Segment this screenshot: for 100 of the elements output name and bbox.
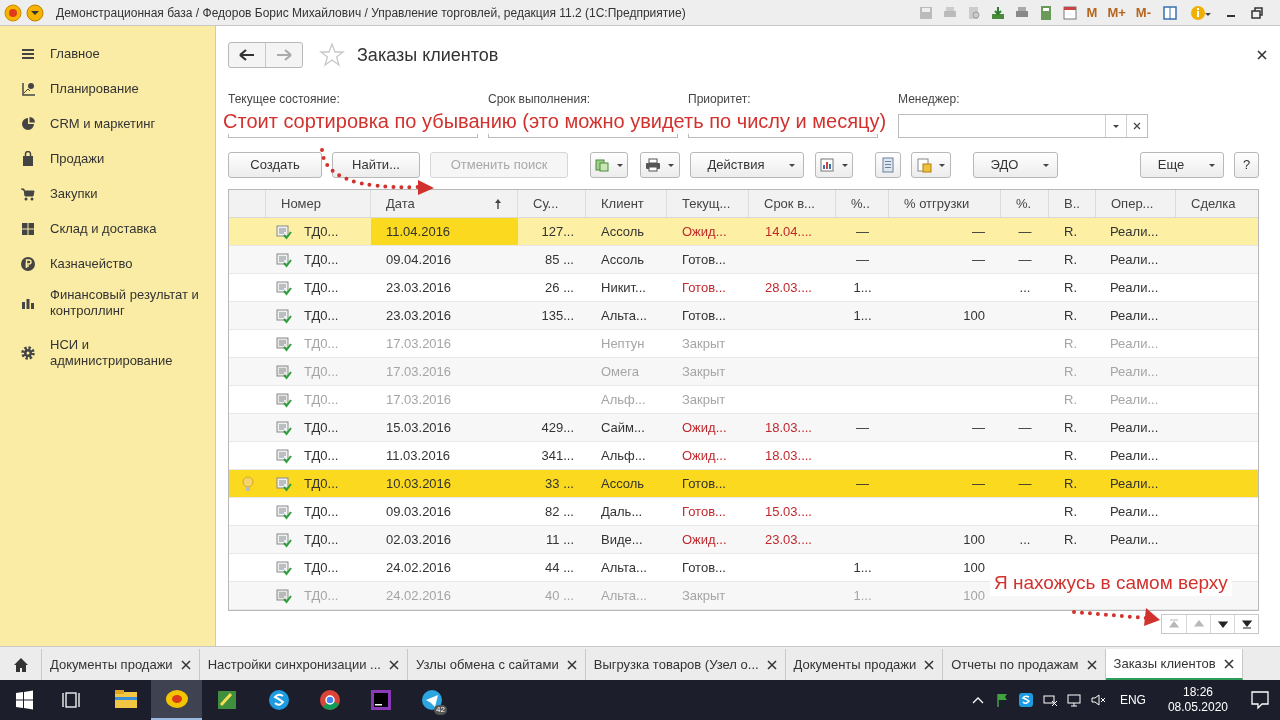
table-cell-text: 15.03.... — [765, 502, 812, 521]
table-cell-text: R. — [1064, 474, 1077, 493]
table-cell-text: Ассоль — [601, 222, 645, 241]
table-cell-text: 11 ... — [546, 530, 574, 549]
table-cell-text: ТД0... — [304, 558, 339, 577]
table-cell-text: — — [1018, 250, 1032, 269]
table-cell-text: — — [856, 418, 869, 437]
table-cell-text: Альф... — [601, 446, 646, 465]
table-cell-text: — — [972, 474, 985, 493]
table-cell-text: Закрыт — [682, 362, 726, 381]
table-cell-text: R. — [1064, 334, 1077, 353]
table-cell-text: Реали... — [1110, 306, 1159, 325]
filter-label: Приоритет: — [688, 92, 752, 107]
table-cell-text: 11.04.2016 — [386, 222, 451, 241]
table-cell-text: Сайм... — [601, 418, 645, 437]
table-cell-text: R. — [1064, 530, 1077, 549]
table-cell-text: 1... — [853, 306, 872, 325]
table-cell-text: ТД0... — [304, 306, 339, 325]
table-cell-text: R. — [1064, 446, 1077, 465]
table-cell-text: Ожид... — [682, 222, 727, 241]
table-cell-text: 1... — [853, 278, 872, 297]
table-cell-text: 24.02.2016 — [386, 586, 452, 605]
table-cell-text: 127... — [541, 222, 574, 241]
table-cell-text: Реали... — [1110, 390, 1159, 409]
table-cell-text: ТД0... — [304, 334, 339, 353]
table-cell-text: 33 ... — [545, 474, 574, 493]
table-cell-text: Альта... — [601, 586, 647, 605]
table-cell-text: ... — [1019, 530, 1031, 549]
table-cell-text: 02.03.2016 — [386, 530, 452, 549]
table-cell-text: 429... — [541, 418, 574, 437]
table-cell-text: ТД0... — [304, 474, 339, 493]
table-cell-text: — — [1018, 418, 1032, 437]
table-cell-text: R. — [1064, 418, 1077, 437]
table-cell-text: Закрыт — [682, 390, 726, 409]
table-cell-text: — — [1018, 222, 1032, 241]
table-cell-text: — — [972, 418, 985, 437]
table-cell-text: Реали... — [1110, 222, 1159, 241]
table-cell-text: Готов... — [682, 558, 726, 577]
table-cell-text: 82 ... — [545, 502, 574, 521]
table-cell-text: 17.03.2016 — [386, 362, 452, 381]
table-cell-text: 100 — [963, 586, 985, 605]
table-cell-text: Ассоль — [601, 474, 645, 493]
table-cell-text: Реали... — [1110, 502, 1159, 521]
table-cell-text: 18.03.... — [765, 418, 812, 437]
table-cell-text: 28.03.... — [765, 278, 812, 297]
table-cell-text: R. — [1064, 306, 1077, 325]
table-cell-text: ТД0... — [304, 278, 339, 297]
table-cell-text: R. — [1064, 250, 1077, 269]
table-cell-text: 11.03.2016 — [386, 446, 451, 465]
table-cell-text: Закрыт — [682, 334, 726, 353]
table-cell-text: 10.03.2016 — [386, 474, 452, 493]
table-cell-text: 24.02.2016 — [386, 558, 452, 577]
table-cell-text: — — [972, 222, 985, 241]
table-cell-text: ТД0... — [304, 530, 339, 549]
table-cell-text: — — [972, 250, 985, 269]
table-cell-text: Реали... — [1110, 474, 1159, 493]
filter-label: Текущее состояние: — [228, 92, 341, 107]
table-cell-text: Даль... — [601, 502, 643, 521]
table-cell-text: R. — [1064, 502, 1077, 521]
table-cell-text: 09.03.2016 — [386, 502, 452, 521]
table-cell-text: Готов... — [682, 278, 726, 297]
table-cell-text: 09.04.2016 — [386, 250, 452, 269]
table-cell-text: Альф... — [601, 390, 646, 409]
table-cell-text: ТД0... — [304, 502, 339, 521]
table-cell-text: 14.04.... — [765, 222, 812, 241]
table-cell-text: Альта... — [601, 558, 647, 577]
table-cell-text: R. — [1064, 362, 1077, 381]
table-cell-text: Ассоль — [601, 250, 645, 269]
table-cell-text: 44 ... — [545, 558, 574, 577]
table-cell-text: ... — [1019, 278, 1031, 297]
filter-label: Менеджер: — [898, 92, 961, 107]
table-cell-text: R. — [1064, 222, 1077, 241]
table-cell-text: Реали... — [1110, 362, 1159, 381]
table-cell-text: Реали... — [1110, 418, 1159, 437]
table-cell-text: ТД0... — [304, 222, 339, 241]
table-cell-text: Виде... — [601, 530, 643, 549]
table-cell-text: 1... — [853, 558, 872, 577]
table-cell-text: Реали... — [1110, 278, 1159, 297]
table-cell-text: 17.03.2016 — [386, 390, 452, 409]
table-cell-text: 23.03.2016 — [386, 306, 452, 325]
table-cell-text: 23.03.2016 — [386, 278, 452, 297]
table-cell-text: 23.03.... — [765, 530, 812, 549]
table-cell-text: Ожид... — [682, 530, 727, 549]
table-cell-text: Никит... — [601, 278, 646, 297]
window-title: Демонстрационная база / Федоров Борис Михайлович / Управление торговлей, редакция 11.2 (1С:Предприятие) — [56, 4, 686, 22]
table-cell-text: 100 — [963, 558, 985, 577]
form-title: Заказы клиентов — [357, 43, 499, 67]
table-cell-text: Нептун — [601, 334, 645, 353]
table-cell-text: — — [856, 250, 869, 269]
table-cell-text: ТД0... — [304, 446, 339, 465]
table-cell-text: — — [1018, 474, 1032, 493]
table-cell-text: — — [856, 222, 869, 241]
table-cell-text: Реали... — [1110, 530, 1159, 549]
table-cell-text: 100 — [963, 306, 985, 325]
table-cell-text: ТД0... — [304, 250, 339, 269]
badge: 42 — [434, 705, 447, 715]
table-cell-text: Готов... — [682, 306, 726, 325]
table-cell-text: 40 ... — [545, 586, 574, 605]
table-cell-text: 26 ... — [545, 278, 574, 297]
table-cell-text: 100 — [963, 530, 985, 549]
